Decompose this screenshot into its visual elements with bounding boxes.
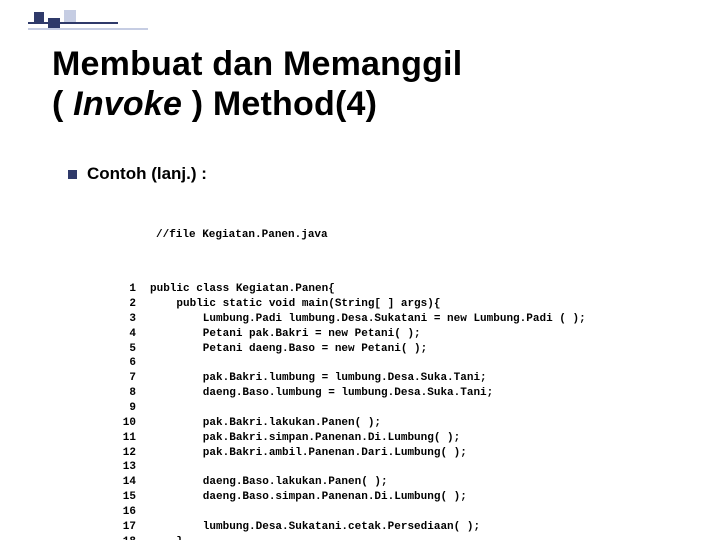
code-line: public static void main(String[ ] args){: [150, 297, 586, 312]
line-number: 5: [120, 342, 136, 357]
code-line: pak.Bakri.lakukan.Panen( );: [150, 416, 586, 431]
line-number: 6: [120, 356, 136, 371]
code-line: pak.Bakri.ambil.Panenan.Dari.Lumbung( );: [150, 446, 586, 461]
deco-square-icon: [34, 12, 44, 22]
bullet-icon: [68, 170, 77, 179]
line-number: 8: [120, 386, 136, 401]
deco-rule-icon: [28, 22, 118, 24]
line-number: 3: [120, 312, 136, 327]
slide-title: Membuat dan Memanggil ( Invoke ) Method(…: [52, 44, 680, 124]
title-line2-close: ) Method(4): [182, 85, 377, 123]
line-number: 7: [120, 371, 136, 386]
code-line: public class Kegiatan.Panen{: [150, 282, 586, 297]
code-line: [150, 401, 586, 416]
line-number: 14: [120, 475, 136, 490]
title-line2-italic: Invoke: [73, 85, 182, 123]
code-line: daeng.Baso.lakukan.Panen( );: [150, 475, 586, 490]
code-gutter: 12345678910111213141516171819: [120, 282, 136, 540]
code-line: }: [150, 535, 586, 540]
line-number: 12: [120, 446, 136, 461]
code-line: Petani daeng.Baso = new Petani( );: [150, 342, 586, 357]
deco-rule-icon: [28, 28, 148, 30]
code-line: [150, 505, 586, 520]
subtitle-row: Contoh (lanj.) :: [68, 164, 207, 184]
code-line: [150, 460, 586, 475]
line-number: 4: [120, 327, 136, 342]
code-line: Petani pak.Bakri = new Petani( );: [150, 327, 586, 342]
line-number: 16: [120, 505, 136, 520]
title-line2-open: (: [52, 85, 73, 123]
line-number: 15: [120, 490, 136, 505]
line-number: 10: [120, 416, 136, 431]
title-line1: Membuat dan Memanggil: [52, 45, 462, 83]
code-line: pak.Bakri.lumbung = lumbung.Desa.Suka.Ta…: [150, 371, 586, 386]
code-lines: public class Kegiatan.Panen{ public stat…: [150, 282, 586, 540]
slide: Membuat dan Memanggil ( Invoke ) Method(…: [0, 0, 720, 540]
line-number: 2: [120, 297, 136, 312]
line-number: 11: [120, 431, 136, 446]
code-line: [150, 356, 586, 371]
code-line: daeng.Baso.simpan.Panenan.Di.Lumbung( );: [150, 490, 586, 505]
corner-decoration: [28, 8, 118, 40]
line-number: 17: [120, 520, 136, 535]
code-line: lumbung.Desa.Sukatani.cetak.Persediaan( …: [150, 520, 586, 535]
code-line: daeng.Baso.lumbung = lumbung.Desa.Suka.T…: [150, 386, 586, 401]
line-number: 18: [120, 535, 136, 540]
code-block: //file Kegiatan.Panen.java 1234567891011…: [120, 198, 586, 540]
subtitle-text: Contoh (lanj.) :: [87, 164, 207, 184]
code-comment: //file Kegiatan.Panen.java: [156, 228, 586, 243]
line-number: 1: [120, 282, 136, 297]
deco-square-icon: [64, 10, 76, 22]
line-number: 9: [120, 401, 136, 416]
code-line: pak.Bakri.simpan.Panenan.Di.Lumbung( );: [150, 431, 586, 446]
code-body: 12345678910111213141516171819 public cla…: [120, 282, 586, 540]
line-number: 13: [120, 460, 136, 475]
code-line: Lumbung.Padi lumbung.Desa.Sukatani = new…: [150, 312, 586, 327]
